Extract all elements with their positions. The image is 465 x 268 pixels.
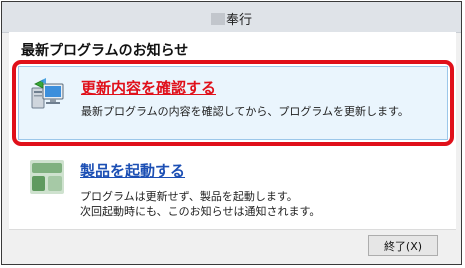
close-button[interactable]: 終了(X) [368,235,438,256]
option-launch-product-description-line2: 次回起動時にも、このお知らせは通知されます。 [80,205,321,218]
blurred-title-prefix [210,13,225,25]
product-app-icon [30,160,64,194]
dialog-footer: 終了(X) [9,229,456,261]
red-highlight-frame [12,60,454,146]
option-launch-product-title[interactable]: 製品を起動する [80,160,185,181]
title-bar[interactable]: 奉行 [2,2,461,33]
dialog-heading: 最新プログラムのお知らせ [21,43,189,59]
window-title-text: 奉行 [225,13,252,28]
option-launch-product-description-line1: プログラムは更新せず、製品を起動します。 [80,190,298,203]
window-title: 奉行 [2,9,461,28]
dialog-content: 最新プログラムのお知らせ 更新内容を確認する 最新プログラムの内容を確認してから… [9,32,456,260]
dialog-window: 奉行 最新プログラムのお知らせ 更新内容を確認する 最新プログラムの内容を確認し… [1,1,462,265]
option-launch-product[interactable]: 製品を起動する プログラムは更新せず、製品を起動します。 次回起動時にも、このお… [18,150,448,218]
